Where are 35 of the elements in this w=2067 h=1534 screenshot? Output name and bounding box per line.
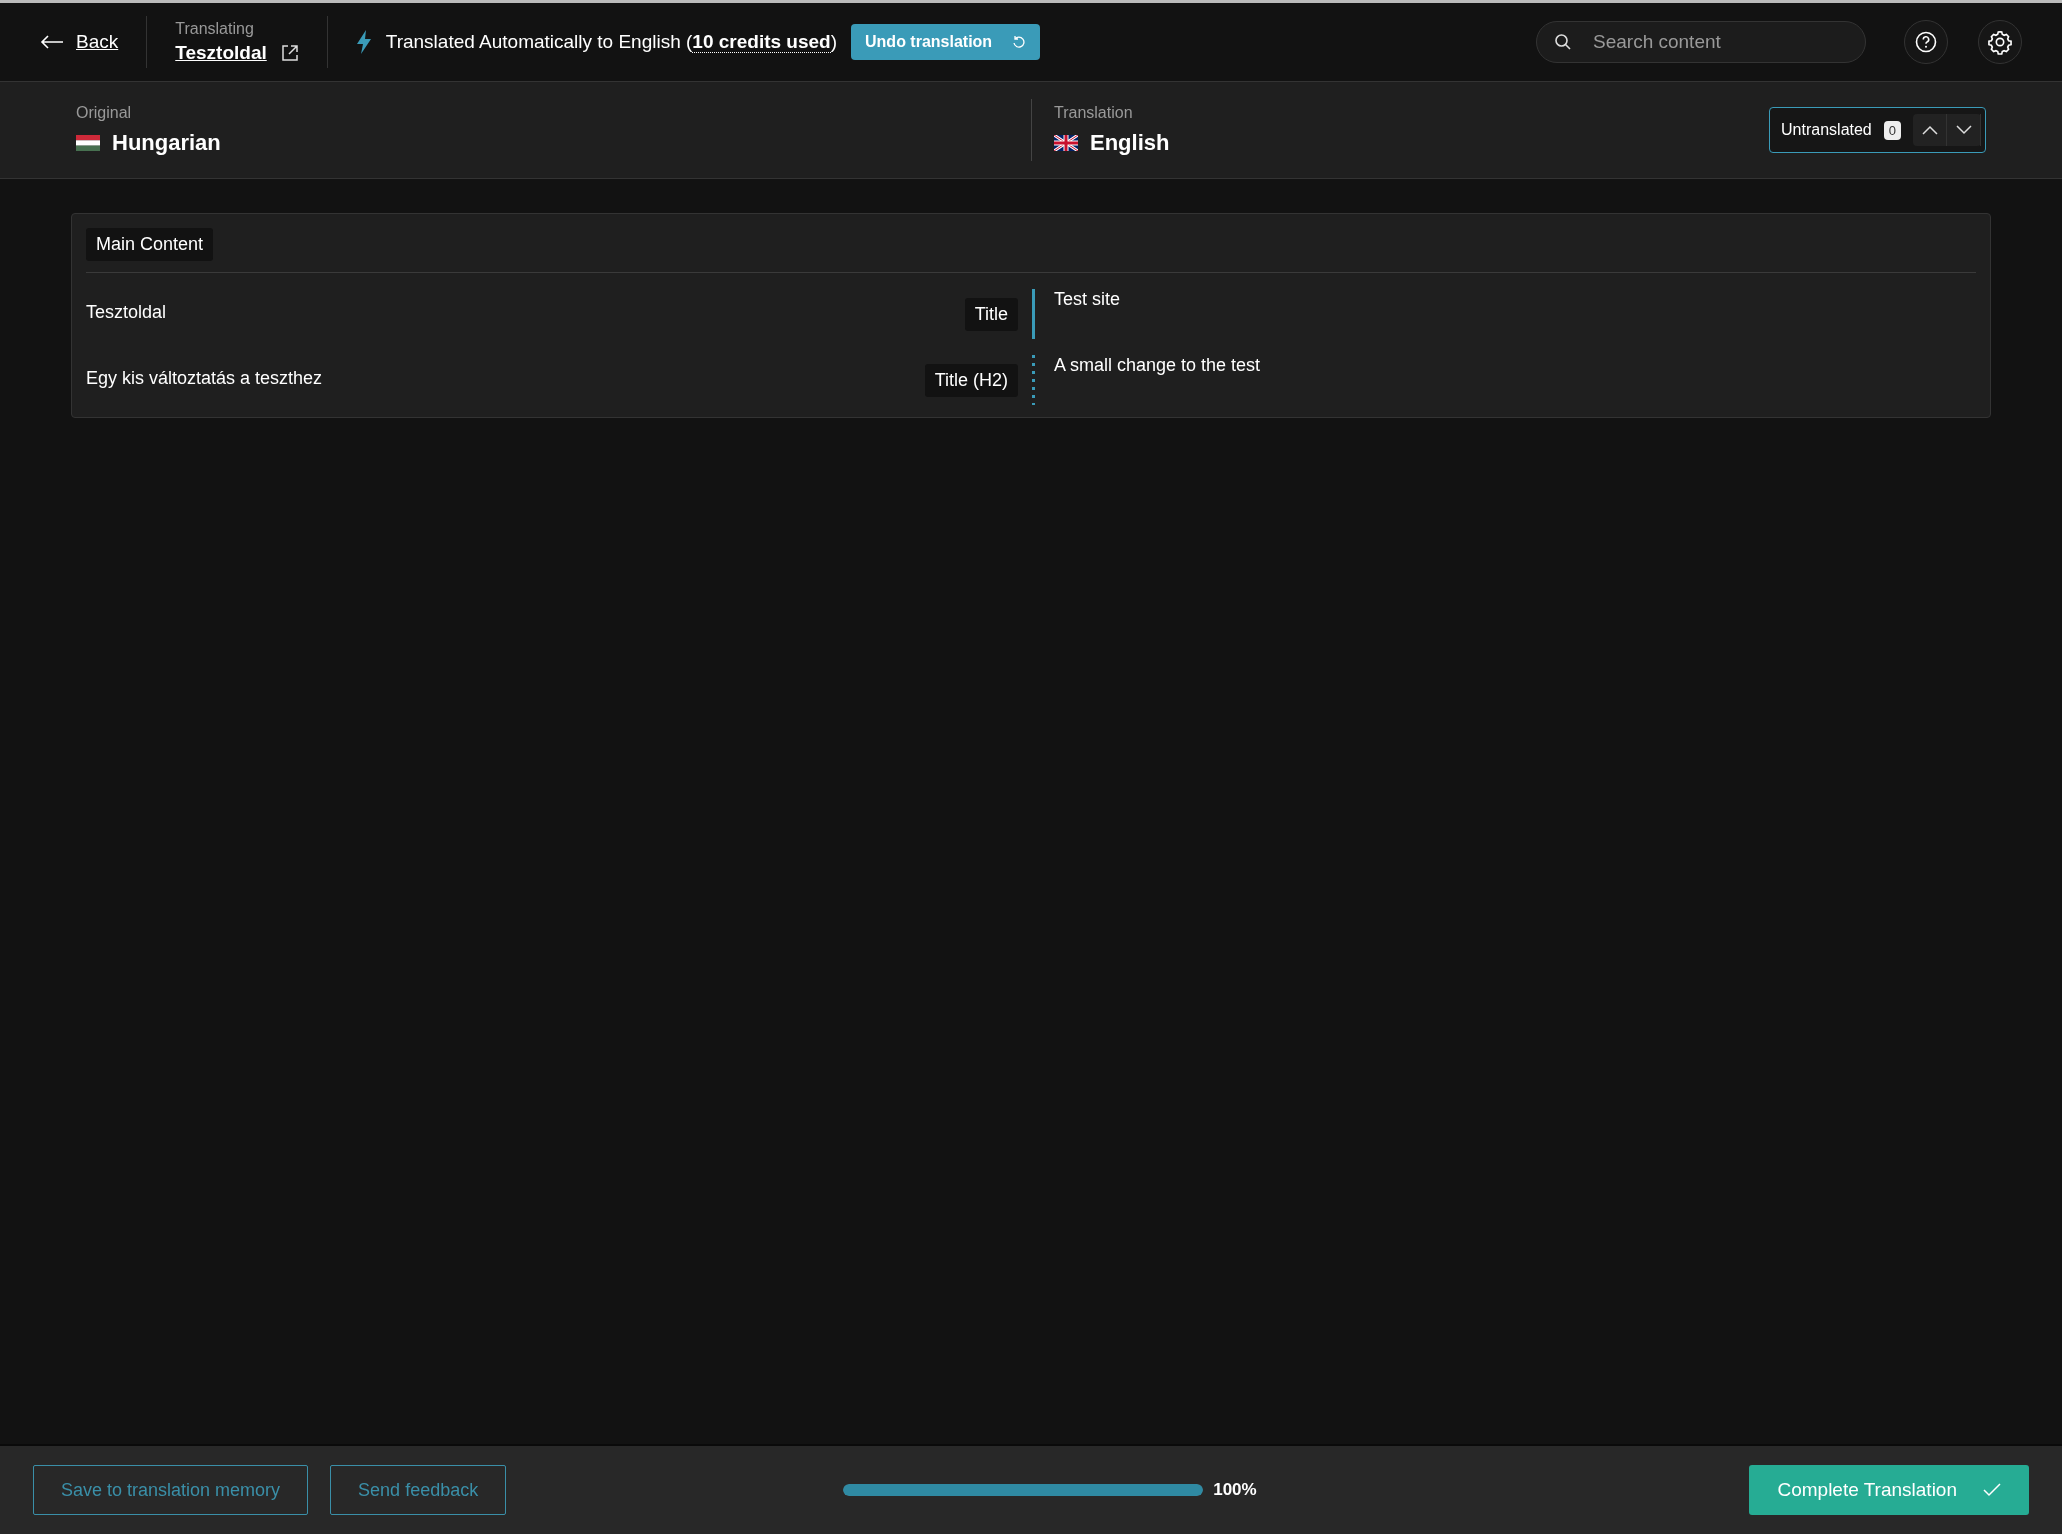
translation-text[interactable]: Test site [1054,289,1121,310]
field-type-tag: Title (H2) [924,363,1018,397]
context-label: Translating [175,20,255,38]
checkmark-icon [1983,1483,2001,1497]
uk-flag-icon [1054,135,1078,151]
field-type-tag: Title [964,297,1018,331]
filter-label: Untranslated [1781,121,1872,139]
external-link-icon[interactable] [280,44,299,62]
translation-label: Translation [1054,104,1134,122]
lightning-icon [355,30,372,54]
help-button[interactable] [1904,20,1948,64]
back-link[interactable]: Back [40,31,119,53]
original-text: Egy kis változtatás a teszthez [86,367,323,389]
original-language: Hungarian [112,130,221,156]
progress-reading: 100% [1213,1480,1257,1500]
footer-button[interactable]: Send feedback [330,1465,507,1515]
translation-text[interactable]: A small change to the test [1054,355,1261,376]
translation-language: English [1090,130,1170,156]
original-label: Original [76,104,133,122]
count-badge: 0 [1883,120,1901,140]
hungarian-flag-icon [76,135,100,151]
settings-button[interactable] [1978,20,2022,64]
untranslated-filter[interactable]: Untranslated 0 [1769,107,1986,153]
settings-icon [1987,29,2013,55]
search-field[interactable]: Search content [1536,21,1866,63]
footer-button[interactable]: Save to translation memory [33,1465,309,1515]
help-icon [1914,30,1938,54]
arrow-left-icon [40,35,64,49]
chevron-up-icon [1921,125,1938,135]
chevron-down-icon [1955,125,1972,135]
section-title: Main Content [86,228,214,261]
original-text: Tesztoldal [86,301,167,323]
auto-translation-notice: Translated Automatically to English (10 credits used) [385,31,838,53]
undo-icon [1012,35,1027,49]
page-link[interactable]: Tesztoldal [175,42,267,64]
